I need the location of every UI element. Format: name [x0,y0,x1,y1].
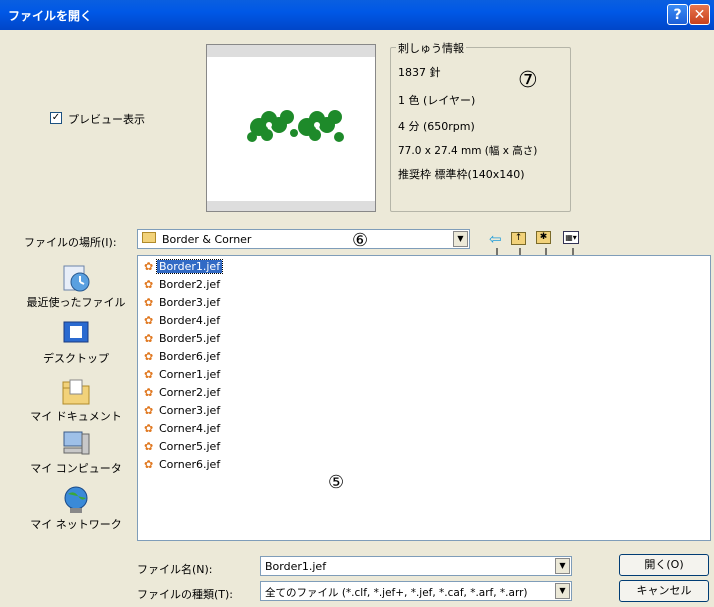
embroidery-preview [206,44,376,212]
filetype-value: 全てのファイル (*.clf, *.jef+, *.jef, *.caf, *.… [265,587,528,599]
places-computer-label: マイ コンピュータ [30,462,122,475]
recent-files-icon [60,262,92,294]
file-item[interactable]: ✿ Corner3.jef [144,402,222,420]
location-value: Border & Corner [162,233,252,246]
folder-icon [142,232,156,243]
places-computer[interactable]: マイ コンピュータ [22,428,130,476]
filename-label: ファイル名(N): [137,563,213,576]
file-item[interactable]: ✿ Border2.jef [144,276,222,294]
places-network[interactable]: マイ ネットワーク [22,484,130,532]
callout-7: ⑦ [518,68,538,93]
embroidery-file-icon: ✿ [144,386,154,399]
cancel-button[interactable]: キャンセル [619,580,709,602]
places-desktop-label: デスクトップ [43,352,109,365]
preview-checkbox-label: プレビュー表示 [68,113,145,126]
embroidery-file-icon: ✿ [144,404,154,417]
color-count: 1 色 (レイヤー) [398,94,476,107]
file-list[interactable]: ✿ Border1.jef ✿ Border2.jef ✿ Border3.jef ✿… [137,255,711,541]
embroidery-file-icon: ✿ [144,440,154,453]
sew-time: 4 分 (650rpm) [398,120,475,133]
my-computer-icon [60,428,92,460]
embroidery-file-icon: ✿ [144,458,154,471]
help-button[interactable]: ? [667,4,688,25]
location-label: ファイルの場所(I): [24,236,117,249]
file-item[interactable]: ✿ Corner4.jef [144,420,222,438]
chevron-down-icon[interactable]: ▼ [555,558,570,574]
embroidery-info-title: 刺しゅう情報 [396,40,466,56]
places-network-label: マイ ネットワーク [30,518,122,531]
filename-value[interactable]: Border1.jef [265,560,326,573]
file-item[interactable]: ✿ Border3.jef [144,294,222,312]
my-network-icon [60,484,92,516]
close-button[interactable]: ✕ [689,4,710,25]
callout-5: ⑤ [328,472,345,493]
callout-6: ⑥ [352,230,369,251]
embroidery-file-icon: ✿ [144,422,154,435]
places-documents-label: マイ ドキュメント [30,410,122,423]
file-item[interactable]: ✿ Corner6.jef [144,456,222,474]
open-button[interactable]: 開く(O) [619,554,709,576]
embroidery-file-icon: ✿ [144,350,154,363]
file-item[interactable]: ✿ Corner5.jef [144,438,222,456]
file-item[interactable]: ✿ Corner1.jef [144,366,222,384]
embroidery-design-image [247,110,344,142]
embroidery-file-icon: ✿ [144,314,154,327]
filetype-label: ファイルの種類(T): [137,588,234,601]
embroidery-file-icon: ✿ [144,260,154,273]
places-desktop[interactable]: デスクトップ [22,318,130,366]
title-bar: ファイルを開く ? ✕ [0,0,714,30]
embroidery-file-icon: ✿ [144,332,154,345]
file-item[interactable]: ✿ Corner2.jef [144,384,222,402]
preview-bottom-bar [207,201,375,211]
stitch-count: 1837 針 [398,66,441,79]
places-recent-label: 最近使ったファイル [26,296,126,309]
location-dropdown[interactable]: Border & Corner ▼ [137,229,470,249]
places-documents[interactable]: マイ ドキュメント [22,376,130,424]
embroidery-file-icon: ✿ [144,296,154,309]
desktop-icon [60,318,92,350]
file-item[interactable]: ✿ Border1.jef [144,258,224,276]
chevron-down-icon[interactable]: ▼ [555,583,570,599]
preview-checkbox[interactable]: ✓ [50,112,62,124]
places-recent[interactable]: 最近使ったファイル [22,262,130,310]
file-item[interactable]: ✿ Border4.jef [144,312,222,330]
filename-input[interactable]: Border1.jef ▼ [260,556,572,576]
window-title: ファイルを開く [8,9,93,23]
recommended-hoop: 推奨枠 標準枠(140x140) [398,168,525,181]
embroidery-file-icon: ✿ [144,278,154,291]
my-documents-icon [60,376,92,408]
file-item[interactable]: ✿ Border5.jef [144,330,222,348]
file-item[interactable]: ✿ Border6.jef [144,348,222,366]
filetype-dropdown[interactable]: 全てのファイル (*.clf, *.jef+, *.jef, *.caf, *.… [260,581,572,601]
embroidery-file-icon: ✿ [144,368,154,381]
design-size: 77.0 x 27.4 mm (幅 x 高さ) [398,145,538,157]
